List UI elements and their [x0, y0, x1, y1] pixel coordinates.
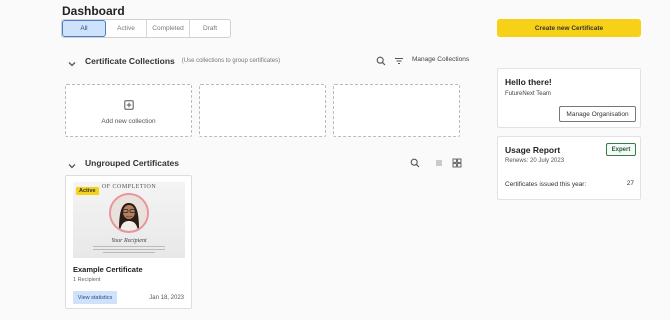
issued-label: Certificates issued this year: — [505, 181, 587, 188]
status-tabs: All Active Completed Draft — [61, 19, 231, 38]
filter-icon[interactable] — [393, 55, 405, 67]
usage-title: Usage Report — [505, 145, 561, 155]
hello-title: Hello there! — [505, 77, 552, 87]
tab-completed[interactable]: Completed — [147, 20, 190, 37]
certificate-date: Jan 18, 2023 — [149, 295, 184, 301]
view-statistics-button[interactable]: View statistics — [73, 291, 117, 304]
thumbnail-text-line — [93, 246, 165, 247]
chevron-down-icon[interactable] — [67, 56, 77, 67]
certificate-card[interactable]: OF COMPLETION Active Your Recipient Exam… — [65, 175, 192, 309]
list-view-icon[interactable] — [433, 157, 445, 169]
manage-organisation-button[interactable]: Manage Organisation — [559, 106, 636, 122]
plan-badge: Expert — [606, 143, 636, 156]
renewal-date: Renews: 20 July 2023 — [505, 158, 565, 164]
add-collection-label: Add new collection — [101, 117, 156, 125]
issued-count: 27 — [626, 180, 634, 187]
chevron-down-icon[interactable] — [67, 158, 77, 169]
manage-collections-link[interactable]: Manage Collections — [412, 56, 469, 63]
thumbnail-text-line — [93, 249, 165, 250]
search-icon[interactable] — [409, 157, 421, 169]
thumbnail-text-line — [103, 252, 155, 253]
hello-panel: Hello there! FutureNext Team Manage Orga… — [497, 68, 641, 128]
tab-all[interactable]: All — [62, 20, 106, 37]
organisation-name: FutureNext Team — [505, 91, 551, 97]
add-collection-card[interactable]: Add new collection — [65, 84, 192, 137]
grid-view-icon[interactable] — [451, 157, 463, 169]
usage-report-panel: Usage Report Expert Renews: 20 July 2023… — [497, 136, 641, 200]
collection-placeholder — [199, 84, 326, 137]
certificate-title[interactable]: Example Certificate — [73, 265, 143, 274]
page-title: Dashboard — [62, 4, 125, 18]
collections-header: Certificate Collections (Use collections… — [67, 56, 281, 67]
create-certificate-button[interactable]: Create new Certificate — [497, 19, 641, 37]
plus-square-icon — [123, 97, 134, 115]
tab-draft[interactable]: Draft — [190, 20, 230, 37]
collection-placeholder — [333, 84, 460, 137]
certificate-thumbnail[interactable]: OF COMPLETION Active Your Recipient — [73, 182, 185, 258]
ungrouped-title: Ungrouped Certificates — [85, 158, 179, 168]
thumbnail-recipient-name: Your Recipient — [111, 238, 147, 244]
recipient-avatar — [109, 193, 149, 233]
search-icon[interactable] — [375, 55, 387, 67]
status-badge: Active — [76, 187, 99, 195]
ungrouped-header: Ungrouped Certificates — [67, 158, 179, 169]
tab-active[interactable]: Active — [106, 20, 147, 37]
collections-subtitle: (Use collections to group certificates) — [181, 58, 281, 64]
collections-title: Certificate Collections — [85, 56, 175, 66]
certificate-recipients: 1 Recipient — [73, 277, 101, 283]
